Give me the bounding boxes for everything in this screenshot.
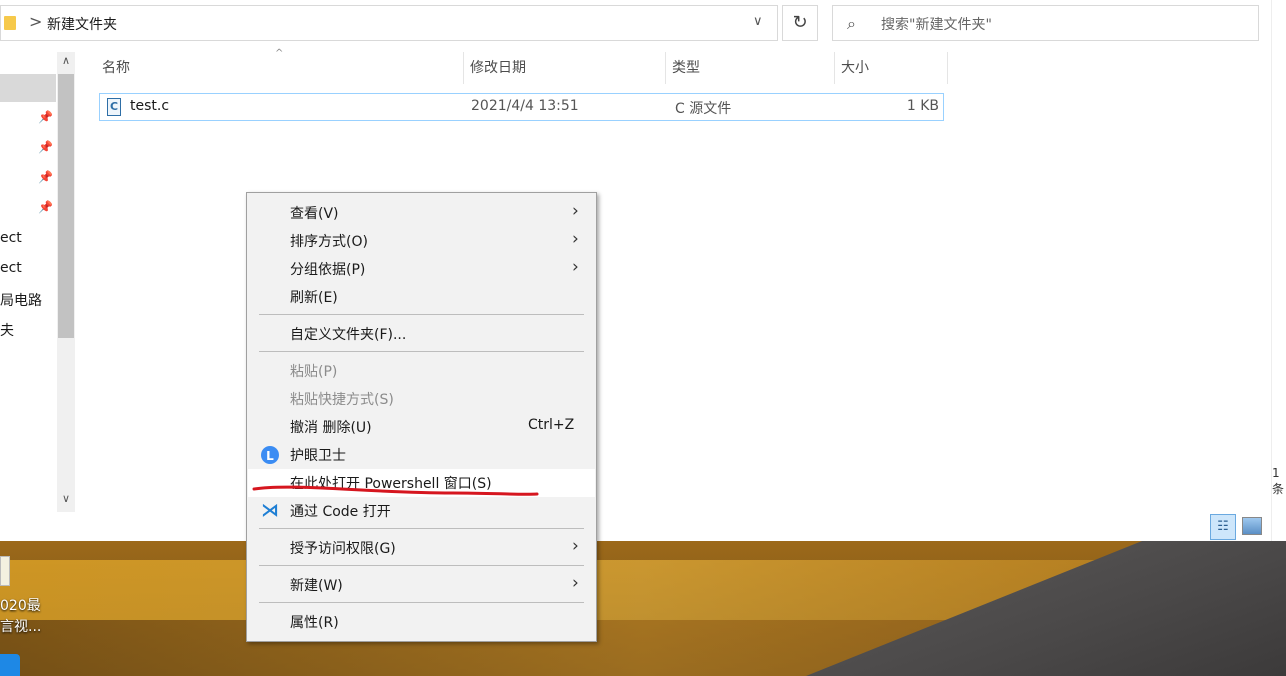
menu-item-label: 分组依据(P) <box>290 262 366 278</box>
menu-item-eye-guard[interactable]: L 护眼卫士 <box>248 441 595 469</box>
menu-separator <box>259 351 584 352</box>
eye-guard-icon: L <box>261 446 279 464</box>
nav-item-label[interactable]: ect <box>0 230 22 246</box>
navigation-pane: 📌 📌 📌 📌 ect ect 局电路 夫 <box>0 52 57 512</box>
menu-item-properties[interactable]: 属性(R) <box>248 608 595 636</box>
menu-separator <box>259 602 584 603</box>
menu-item-group[interactable]: 分组依据(P) › <box>248 255 595 283</box>
file-size: 1 KB <box>906 98 939 114</box>
menu-separator <box>259 314 584 315</box>
submenu-arrow-icon: › <box>572 229 579 249</box>
menu-item-label: 授予访问权限(G) <box>290 541 396 557</box>
menu-item-sort[interactable]: 排序方式(O) › <box>248 227 595 255</box>
scroll-up-icon[interactable]: ∧ <box>57 54 75 67</box>
menu-item-label: 通过 Code 打开 <box>290 504 391 520</box>
column-header-date[interactable]: 修改日期 <box>466 52 666 84</box>
address-bar[interactable]: > 新建文件夹 ∨ <box>0 5 778 41</box>
item-count-fragment: 1 条 <box>1272 466 1285 496</box>
menu-item-label: 粘贴(P) <box>290 364 338 380</box>
menu-item-shortcut: Ctrl+Z <box>528 417 575 433</box>
pin-icon[interactable]: 📌 <box>38 140 53 154</box>
menu-item-label: 新建(W) <box>290 578 343 594</box>
menu-separator <box>259 565 584 566</box>
scroll-down-icon[interactable]: ∨ <box>57 492 75 505</box>
search-icon: ⌕ <box>847 14 856 33</box>
nav-item-label[interactable]: ect <box>0 260 22 276</box>
menu-item-label: 粘贴快捷方式(S) <box>290 392 394 408</box>
menu-item-label: 自定义文件夹(F)... <box>290 327 407 343</box>
column-header-name[interactable]: 名称 <box>98 52 464 84</box>
context-menu: 查看(V) › 排序方式(O) › 分组依据(P) › 刷新(E) 自定义文件夹… <box>246 192 597 642</box>
nav-item-selected[interactable] <box>0 74 56 102</box>
search-input[interactable]: ⌕ 搜索"新建文件夹" <box>832 5 1259 41</box>
menu-item-undo-delete[interactable]: 撤消 删除(U) Ctrl+Z <box>248 413 595 441</box>
c-file-icon: C <box>107 98 121 116</box>
pin-icon[interactable]: 📌 <box>38 170 53 184</box>
menu-item-label: 刷新(E) <box>290 290 338 306</box>
menu-item-customize-folder[interactable]: 自定义文件夹(F)... <box>248 320 595 348</box>
vscode-icon: ⋊ <box>261 500 279 521</box>
menu-item-open-powershell[interactable]: 在此处打开 Powershell 窗口(S) <box>248 469 595 497</box>
menu-item-paste-shortcut[interactable]: 粘贴快捷方式(S) <box>248 385 595 413</box>
submenu-arrow-icon: › <box>572 536 579 556</box>
breadcrumb-current-folder[interactable]: 新建文件夹 <box>47 14 117 34</box>
submenu-arrow-icon: › <box>572 201 579 221</box>
menu-item-label: 排序方式(O) <box>290 234 368 250</box>
menu-separator <box>259 528 584 529</box>
menu-item-grant-access[interactable]: 授予访问权限(G) › <box>248 534 595 562</box>
menu-item-label: 撤消 删除(U) <box>290 420 372 436</box>
pin-icon[interactable]: 📌 <box>38 200 53 214</box>
desktop-app-icon[interactable] <box>0 654 20 676</box>
second-window-edge <box>1271 0 1286 541</box>
file-row[interactable]: C test.c 2021/4/4 13:51 C 源文件 1 KB <box>99 93 944 121</box>
menu-item-refresh[interactable]: 刷新(E) <box>248 283 595 311</box>
file-name: test.c <box>130 98 170 114</box>
details-view-icon[interactable]: ☷ <box>1210 514 1236 540</box>
column-header-size[interactable]: 大小 <box>837 52 948 84</box>
address-dropdown-icon[interactable]: ∨ <box>753 14 763 29</box>
nav-item-label[interactable]: 局电路 <box>0 290 42 310</box>
menu-item-new[interactable]: 新建(W) › <box>248 571 595 599</box>
desktop-file-icon[interactable] <box>0 556 10 586</box>
submenu-arrow-icon: › <box>572 257 579 277</box>
nav-scrollbar[interactable]: ∧ ∨ <box>57 52 75 512</box>
menu-item-view[interactable]: 查看(V) › <box>248 199 595 227</box>
nav-item-label[interactable]: 夫 <box>0 320 14 340</box>
menu-item-paste[interactable]: 粘贴(P) <box>248 357 595 385</box>
column-header-type[interactable]: 类型 <box>668 52 835 84</box>
menu-item-label: 在此处打开 Powershell 窗口(S) <box>290 476 492 492</box>
desktop-item-label-2[interactable]: 言视... <box>0 616 41 636</box>
file-explorer-window: > 新建文件夹 ∨ ↻ ⌕ 搜索"新建文件夹" 📌 📌 📌 📌 ect ect … <box>0 0 1272 541</box>
folder-icon <box>4 16 16 30</box>
refresh-button[interactable]: ↻ <box>782 5 818 41</box>
submenu-arrow-icon: › <box>572 573 579 593</box>
large-icons-view-icon[interactable] <box>1242 517 1262 535</box>
search-placeholder: 搜索"新建文件夹" <box>881 17 992 33</box>
breadcrumb-chevron-icon[interactable]: > <box>29 12 42 31</box>
scroll-thumb[interactable] <box>58 74 74 338</box>
menu-item-label: 属性(R) <box>290 615 339 631</box>
menu-item-open-with-code[interactable]: ⋊ 通过 Code 打开 <box>248 497 595 525</box>
refresh-icon: ↻ <box>792 12 808 33</box>
menu-item-label: 护眼卫士 <box>290 448 346 464</box>
menu-item-label: 查看(V) <box>290 206 339 222</box>
file-modified-date: 2021/4/4 13:51 <box>471 98 579 114</box>
file-type: C 源文件 <box>675 101 732 117</box>
desktop-item-label-1[interactable]: 020最 <box>0 595 41 615</box>
pin-icon[interactable]: 📌 <box>38 110 53 124</box>
